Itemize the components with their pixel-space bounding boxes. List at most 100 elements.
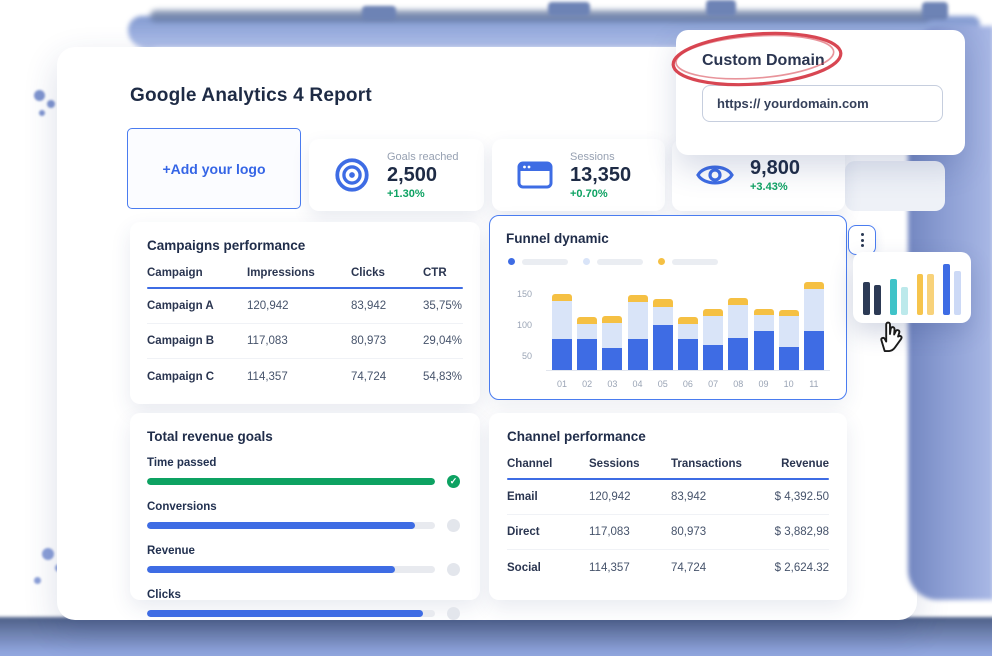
mini-bar — [943, 264, 950, 315]
kpi-value: 2,500 — [387, 165, 459, 186]
decor-dot — [34, 90, 45, 101]
eye-icon — [694, 161, 736, 189]
more-options-button[interactable] — [848, 225, 876, 255]
col-header: Sessions — [589, 458, 671, 478]
goal-item: Clicks — [147, 589, 463, 620]
x-tick-label: 08 — [728, 379, 748, 389]
mini-bar — [927, 274, 934, 315]
y-tick-label: 150 — [517, 289, 532, 299]
col-header: Clicks — [351, 267, 423, 287]
decor-dot — [39, 110, 45, 116]
y-tick-label: 50 — [522, 351, 532, 361]
x-axis-labels: 0102030405060708091011 — [546, 379, 830, 389]
channel-performance-card: Channel performance Channel Sessions Tra… — [489, 413, 847, 600]
goal-item: Revenue — [147, 545, 463, 576]
campaigns-header-row: Campaign Impressions Clicks CTR — [147, 267, 463, 287]
target-icon — [331, 156, 373, 194]
y-tick-label: 100 — [517, 320, 532, 330]
x-tick-label: 11 — [804, 379, 824, 389]
screenshot-stage: Google Analytics 4 Report +Add your logo… — [0, 0, 992, 656]
funnel-bar — [628, 295, 648, 370]
kpi-delta: +0.70% — [570, 188, 631, 200]
funnel-dynamic-card[interactable]: Funnel dynamic 50100150 0102030405060708… — [489, 215, 847, 400]
kebab-icon — [861, 233, 864, 236]
channels-table: Channel Sessions Transactions Revenue Em… — [507, 458, 829, 585]
x-tick-label: 02 — [577, 379, 597, 389]
kpi-label: Sessions — [570, 151, 631, 163]
x-tick-label: 09 — [754, 379, 774, 389]
campaigns-title: Campaigns performance — [147, 238, 463, 253]
decor-bump — [706, 0, 736, 16]
goal-item: Time passed ✓ — [147, 457, 463, 488]
page-title: Google Analytics 4 Report — [130, 85, 372, 107]
funnel-bar — [804, 282, 824, 370]
legend-dot-icon — [658, 258, 665, 265]
funnel-bar — [577, 317, 597, 370]
table-row: Direct 117,083 80,973 $ 3,882,98 — [507, 515, 829, 550]
table-row: Campaign B 117,083 80,973 29,04% — [147, 324, 463, 359]
kpi-delta: +3.43% — [750, 181, 800, 193]
channels-title: Channel performance — [507, 429, 829, 444]
mini-bar — [890, 279, 897, 315]
campaigns-performance-card: Campaigns performance Campaign Impressio… — [130, 222, 480, 404]
funnel-bar — [728, 298, 748, 370]
decor-dot — [42, 548, 54, 560]
table-row: Campaign A 120,942 83,942 35,75% — [147, 289, 463, 324]
x-tick-label: 01 — [552, 379, 572, 389]
table-row: Social 114,357 74,724 $ 2,624.32 — [507, 550, 829, 585]
decor-bottom-band — [0, 617, 992, 656]
mini-chart-card[interactable] — [853, 252, 971, 323]
channels-header-row: Channel Sessions Transactions Revenue — [507, 458, 829, 478]
mini-bar — [863, 282, 870, 315]
campaigns-table: Campaign Impressions Clicks CTR Campaign… — [147, 267, 463, 394]
legend-item — [508, 258, 568, 265]
custom-domain-title: Custom Domain — [702, 52, 941, 70]
custom-domain-card: Custom Domain — [676, 30, 965, 155]
funnel-bar — [703, 309, 723, 370]
goal-pending-icon — [447, 563, 460, 576]
x-tick-label: 10 — [779, 379, 799, 389]
col-header: Revenue — [769, 458, 829, 478]
x-tick-label: 05 — [653, 379, 673, 389]
mini-bar — [954, 271, 961, 315]
col-header: CTR — [423, 267, 463, 287]
mini-bar — [917, 274, 924, 315]
decor-bump — [548, 2, 590, 16]
kpi-delta: +1.30% — [387, 188, 459, 200]
mini-bar — [874, 285, 881, 315]
x-tick-label: 03 — [602, 379, 622, 389]
legend-placeholder-pill — [672, 259, 718, 265]
col-header: Campaign — [147, 267, 247, 287]
add-logo-button[interactable]: +Add your logo — [127, 128, 301, 209]
x-tick-label: 04 — [628, 379, 648, 389]
goal-pending-icon — [447, 519, 460, 532]
goals-title: Total revenue goals — [147, 429, 463, 444]
funnel-bar — [653, 299, 673, 370]
hand-cursor-icon — [874, 316, 906, 359]
funnel-title: Funnel dynamic — [506, 231, 834, 246]
mini-bar — [901, 287, 908, 315]
table-row: Campaign C 114,357 74,724 54,83% — [147, 359, 463, 394]
kpi-value: 9,800 — [750, 158, 800, 179]
col-header: Impressions — [247, 267, 351, 287]
decor-bump — [922, 2, 948, 20]
table-row: Email 120,942 83,942 $ 4,392.50 — [507, 480, 829, 515]
x-tick-label: 06 — [678, 379, 698, 389]
funnel-chart: 50100150 0102030405060708091011 — [506, 275, 834, 393]
legend-dot-icon — [508, 258, 515, 265]
domain-input[interactable] — [702, 85, 943, 122]
kpi-card-sessions: Sessions 13,350 +0.70% — [492, 139, 665, 211]
add-logo-label: +Add your logo — [162, 161, 265, 177]
legend-dot-icon — [583, 258, 590, 265]
col-header: Transactions — [671, 458, 769, 478]
legend-placeholder-pill — [522, 259, 568, 265]
legend-placeholder-pill — [597, 259, 643, 265]
kpi-label: Goals reached — [387, 151, 459, 163]
y-axis-ticks: 50 100 150 — [506, 275, 536, 371]
funnel-legend — [508, 258, 834, 265]
decor-bump — [362, 6, 396, 20]
kpi-value: 13,350 — [570, 165, 631, 186]
legend-item — [658, 258, 718, 265]
funnel-bar — [552, 294, 572, 370]
decor-top-band-edge — [150, 10, 930, 22]
